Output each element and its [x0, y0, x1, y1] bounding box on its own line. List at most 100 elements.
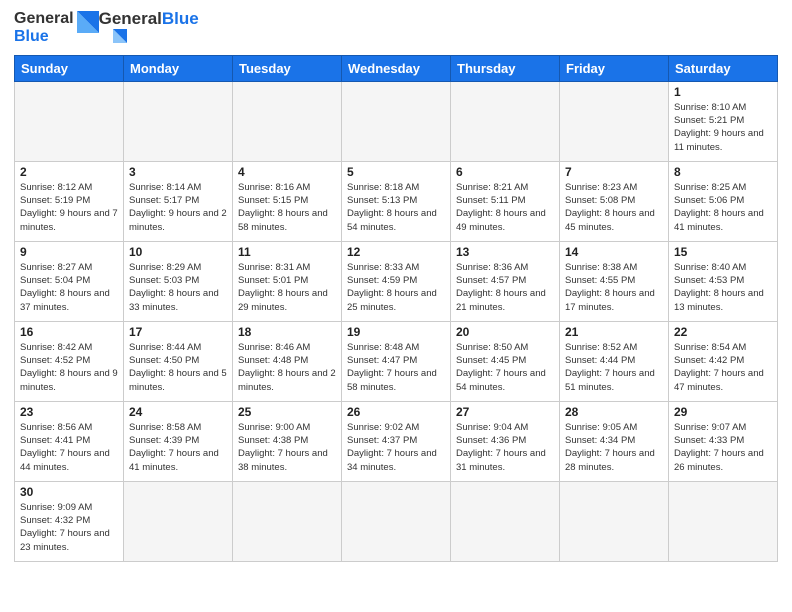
- day-cell-11: 11 Sunrise: 8:31 AM Sunset: 5:01 PM Dayli…: [233, 241, 342, 321]
- day-number: 12: [347, 245, 445, 259]
- day-number: 2: [20, 165, 118, 179]
- day-info: Sunrise: 8:29 AM Sunset: 5:03 PM Dayligh…: [129, 261, 227, 314]
- day-cell-27: 27 Sunrise: 9:04 AM Sunset: 4:36 PM Dayli…: [451, 401, 560, 481]
- day-info: Sunrise: 8:21 AM Sunset: 5:11 PM Dayligh…: [456, 181, 554, 234]
- logo-blue-text: Blue: [14, 28, 74, 46]
- day-number: 4: [238, 165, 336, 179]
- day-info: Sunrise: 8:14 AM Sunset: 5:17 PM Dayligh…: [129, 181, 227, 234]
- day-cell-empty: [342, 481, 451, 561]
- day-number: 25: [238, 405, 336, 419]
- weekday-header-sunday: Sunday: [15, 55, 124, 81]
- day-info: Sunrise: 8:36 AM Sunset: 4:57 PM Dayligh…: [456, 261, 554, 314]
- day-info: Sunrise: 8:44 AM Sunset: 4:50 PM Dayligh…: [129, 341, 227, 394]
- week-row-2: 9 Sunrise: 8:27 AM Sunset: 5:04 PM Daylig…: [15, 241, 778, 321]
- day-cell-20: 20 Sunrise: 8:50 AM Sunset: 4:45 PM Dayli…: [451, 321, 560, 401]
- weekday-header-wednesday: Wednesday: [342, 55, 451, 81]
- page: General Blue GeneralBlue: [0, 0, 792, 576]
- logo-blue: Blue: [162, 9, 199, 28]
- week-row-0: 1Sunrise: 8:10 AM Sunset: 5:21 PM Daylig…: [15, 81, 778, 161]
- logo-flag-icon: [99, 29, 127, 45]
- day-cell-30: 30Sunrise: 9:09 AM Sunset: 4:32 PM Dayli…: [15, 481, 124, 561]
- day-cell-empty: [124, 81, 233, 161]
- day-cell-empty: [669, 481, 778, 561]
- weekday-header-thursday: Thursday: [451, 55, 560, 81]
- day-number: 30: [20, 485, 118, 499]
- day-number: 20: [456, 325, 554, 339]
- day-cell-7: 7 Sunrise: 8:23 AM Sunset: 5:08 PM Daylig…: [560, 161, 669, 241]
- day-number: 18: [238, 325, 336, 339]
- day-number: 26: [347, 405, 445, 419]
- day-info: Sunrise: 8:16 AM Sunset: 5:15 PM Dayligh…: [238, 181, 336, 234]
- day-number: 13: [456, 245, 554, 259]
- day-number: 11: [238, 245, 336, 259]
- weekday-header-row: SundayMondayTuesdayWednesdayThursdayFrid…: [15, 55, 778, 81]
- day-cell-empty: [15, 81, 124, 161]
- day-number: 29: [674, 405, 772, 419]
- day-info: Sunrise: 8:58 AM Sunset: 4:39 PM Dayligh…: [129, 421, 227, 474]
- day-cell-19: 19 Sunrise: 8:48 AM Sunset: 4:47 PM Dayli…: [342, 321, 451, 401]
- week-row-5: 30Sunrise: 9:09 AM Sunset: 4:32 PM Dayli…: [15, 481, 778, 561]
- day-number: 7: [565, 165, 663, 179]
- day-cell-empty: [233, 481, 342, 561]
- day-info: Sunrise: 8:54 AM Sunset: 4:42 PM Dayligh…: [674, 341, 772, 394]
- day-cell-15: 15 Sunrise: 8:40 AM Sunset: 4:53 PM Dayli…: [669, 241, 778, 321]
- day-number: 9: [20, 245, 118, 259]
- day-number: 8: [674, 165, 772, 179]
- day-number: 17: [129, 325, 227, 339]
- day-number: 22: [674, 325, 772, 339]
- day-number: 28: [565, 405, 663, 419]
- day-number: 23: [20, 405, 118, 419]
- day-info: Sunrise: 8:48 AM Sunset: 4:47 PM Dayligh…: [347, 341, 445, 394]
- day-info: Sunrise: 8:12 AM Sunset: 5:19 PM Dayligh…: [20, 181, 118, 234]
- day-cell-14: 14Sunrise: 8:38 AM Sunset: 4:55 PM Dayli…: [560, 241, 669, 321]
- day-cell-empty: [560, 81, 669, 161]
- weekday-header-tuesday: Tuesday: [233, 55, 342, 81]
- week-row-1: 2 Sunrise: 8:12 AM Sunset: 5:19 PM Daylig…: [15, 161, 778, 241]
- day-cell-1: 1Sunrise: 8:10 AM Sunset: 5:21 PM Daylig…: [669, 81, 778, 161]
- day-number: 1: [674, 85, 772, 99]
- day-info: Sunrise: 8:56 AM Sunset: 4:41 PM Dayligh…: [20, 421, 118, 474]
- day-info: Sunrise: 8:31 AM Sunset: 5:01 PM Dayligh…: [238, 261, 336, 314]
- day-info: Sunrise: 8:50 AM Sunset: 4:45 PM Dayligh…: [456, 341, 554, 394]
- day-cell-26: 26Sunrise: 9:02 AM Sunset: 4:37 PM Dayli…: [342, 401, 451, 481]
- day-cell-24: 24 Sunrise: 8:58 AM Sunset: 4:39 PM Dayli…: [124, 401, 233, 481]
- day-info: Sunrise: 9:05 AM Sunset: 4:34 PM Dayligh…: [565, 421, 663, 474]
- day-cell-23: 23 Sunrise: 8:56 AM Sunset: 4:41 PM Dayli…: [15, 401, 124, 481]
- day-cell-13: 13 Sunrise: 8:36 AM Sunset: 4:57 PM Dayli…: [451, 241, 560, 321]
- day-number: 21: [565, 325, 663, 339]
- day-number: 15: [674, 245, 772, 259]
- day-info: Sunrise: 9:04 AM Sunset: 4:36 PM Dayligh…: [456, 421, 554, 474]
- day-cell-2: 2 Sunrise: 8:12 AM Sunset: 5:19 PM Daylig…: [15, 161, 124, 241]
- day-cell-4: 4 Sunrise: 8:16 AM Sunset: 5:15 PM Daylig…: [233, 161, 342, 241]
- weekday-header-friday: Friday: [560, 55, 669, 81]
- day-cell-21: 21Sunrise: 8:52 AM Sunset: 4:44 PM Dayli…: [560, 321, 669, 401]
- weekday-header-saturday: Saturday: [669, 55, 778, 81]
- day-number: 27: [456, 405, 554, 419]
- logo-container: General Blue: [14, 10, 99, 47]
- day-info: Sunrise: 8:23 AM Sunset: 5:08 PM Dayligh…: [565, 181, 663, 234]
- logo-triangle-icon: [77, 11, 99, 41]
- day-cell-empty: [124, 481, 233, 561]
- day-cell-28: 28 Sunrise: 9:05 AM Sunset: 4:34 PM Dayli…: [560, 401, 669, 481]
- day-cell-9: 9 Sunrise: 8:27 AM Sunset: 5:04 PM Daylig…: [15, 241, 124, 321]
- day-cell-18: 18Sunrise: 8:46 AM Sunset: 4:48 PM Dayli…: [233, 321, 342, 401]
- day-info: Sunrise: 8:27 AM Sunset: 5:04 PM Dayligh…: [20, 261, 118, 314]
- week-row-3: 16Sunrise: 8:42 AM Sunset: 4:52 PM Dayli…: [15, 321, 778, 401]
- day-number: 24: [129, 405, 227, 419]
- day-cell-22: 22 Sunrise: 8:54 AM Sunset: 4:42 PM Dayli…: [669, 321, 778, 401]
- day-number: 19: [347, 325, 445, 339]
- day-cell-6: 6Sunrise: 8:21 AM Sunset: 5:11 PM Daylig…: [451, 161, 560, 241]
- day-info: Sunrise: 9:00 AM Sunset: 4:38 PM Dayligh…: [238, 421, 336, 474]
- day-number: 14: [565, 245, 663, 259]
- day-cell-5: 5Sunrise: 8:18 AM Sunset: 5:13 PM Daylig…: [342, 161, 451, 241]
- day-number: 5: [347, 165, 445, 179]
- day-info: Sunrise: 8:25 AM Sunset: 5:06 PM Dayligh…: [674, 181, 772, 234]
- day-cell-12: 12Sunrise: 8:33 AM Sunset: 4:59 PM Dayli…: [342, 241, 451, 321]
- day-cell-10: 10Sunrise: 8:29 AM Sunset: 5:03 PM Dayli…: [124, 241, 233, 321]
- day-cell-25: 25 Sunrise: 9:00 AM Sunset: 4:38 PM Dayli…: [233, 401, 342, 481]
- day-cell-empty: [342, 81, 451, 161]
- logo: General Blue: [14, 10, 99, 47]
- day-info: Sunrise: 8:40 AM Sunset: 4:53 PM Dayligh…: [674, 261, 772, 314]
- logo-general-text: General: [14, 10, 74, 28]
- day-cell-empty: [451, 481, 560, 561]
